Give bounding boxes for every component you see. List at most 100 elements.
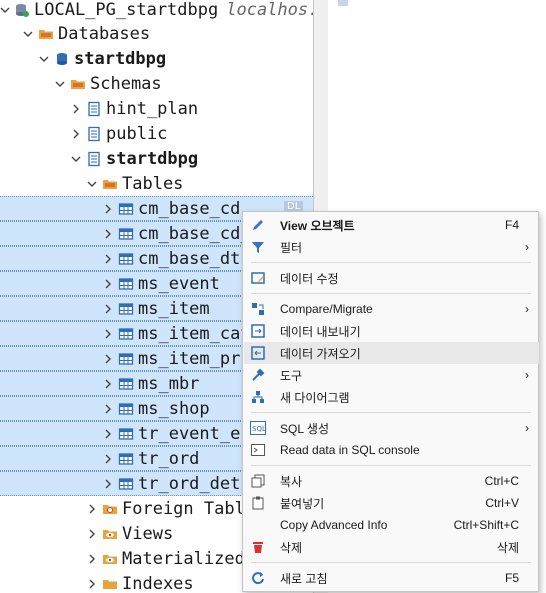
chevron-right-icon[interactable]: [102, 478, 114, 490]
tree-node-label: ms_item_cat: [138, 323, 251, 344]
connection-host: localhos...: [226, 0, 313, 20]
table-icon: [118, 426, 134, 442]
chevron-right-icon[interactable]: [102, 278, 114, 290]
menu-item-copy-advanced[interactable]: Copy Advanced Info Ctrl+Shift+C: [244, 514, 539, 536]
tree-node-label: tr_ord_det: [138, 473, 241, 494]
menu-item-delete[interactable]: 삭제 삭제: [244, 536, 539, 558]
chevron-right-icon[interactable]: [102, 378, 114, 390]
menu-separator: [251, 465, 531, 466]
import-icon: [250, 345, 266, 361]
menu-item-new-diagram[interactable]: 새 다이어그램: [244, 386, 539, 408]
tree-node-tables[interactable]: Tables: [0, 171, 313, 196]
compare-icon: [250, 301, 266, 317]
svg-text:SQL: SQL: [252, 425, 266, 433]
context-menu: View 오브젝트 F4 필터 › 데이터 수정 Compare/Migrate…: [242, 211, 539, 592]
tree-node-schema[interactable]: startdbpg: [0, 146, 313, 171]
menu-label: 새로 고침: [280, 571, 328, 586]
table-icon: [118, 276, 134, 292]
menu-item-refresh[interactable]: 새로 고침 F5: [244, 567, 539, 589]
chevron-right-icon[interactable]: [86, 553, 98, 565]
tree-node-label: Indexes: [122, 573, 194, 593]
chevron-right-icon[interactable]: [102, 353, 114, 365]
chevron-right-icon[interactable]: [70, 128, 82, 140]
menu-item-paste[interactable]: 붙여넣기 Ctrl+V: [244, 492, 539, 514]
chevron-right-icon[interactable]: [86, 578, 98, 590]
tree-node-database[interactable]: startdbpg: [0, 46, 313, 71]
chevron-down-icon[interactable]: [70, 153, 82, 165]
connection-icon: [14, 2, 30, 18]
menu-item-read-sql-console[interactable]: Read data in SQL console: [244, 439, 539, 461]
table-icon: [118, 351, 134, 367]
chevron-right-icon[interactable]: [70, 103, 82, 115]
tree-node-label: cm_base_dt: [138, 248, 241, 269]
table-icon: [118, 301, 134, 317]
chevron-right-icon[interactable]: [86, 503, 98, 515]
menu-item-edit-data[interactable]: 데이터 수정: [244, 267, 539, 289]
folder-icon: [70, 76, 86, 92]
folder-icon: [102, 176, 118, 192]
table-icon: [118, 326, 134, 342]
chevron-down-icon[interactable]: [86, 178, 98, 190]
menu-label: 도구: [280, 368, 303, 383]
tree-node-label: Views: [122, 523, 174, 544]
chevron-right-icon[interactable]: [86, 528, 98, 540]
tree-node-label: public: [106, 123, 168, 144]
tree-node-label: Foreign Table: [122, 498, 256, 519]
chevron-right-icon[interactable]: [102, 403, 114, 415]
pencil-icon: [250, 217, 266, 233]
menu-shortcut: Ctrl+C: [484, 474, 519, 488]
menu-separator: [251, 262, 531, 263]
menu-item-copy[interactable]: 복사 Ctrl+C: [244, 470, 539, 492]
chevron-right-icon[interactable]: [102, 428, 114, 440]
menu-item-export-data[interactable]: 데이터 내보내기: [244, 320, 539, 342]
tree-node-label: LOCAL_PG_startdbpg: [34, 0, 219, 20]
schema-icon: [86, 126, 102, 142]
chevron-down-icon[interactable]: [38, 53, 50, 65]
menu-item-import-data[interactable]: 데이터 가져오기: [244, 342, 539, 364]
menu-item-view-object[interactable]: View 오브젝트 F4: [244, 214, 539, 236]
chevron-right-icon: ›: [525, 368, 529, 382]
copy-icon: [250, 473, 266, 489]
chevron-down-icon[interactable]: [0, 4, 10, 16]
chevron-right-icon[interactable]: [102, 453, 114, 465]
tree-node-label: ms_mbr: [138, 373, 200, 394]
menu-label: 데이터 수정: [280, 271, 339, 286]
filter-icon: [250, 239, 266, 255]
menu-label: Read data in SQL console: [280, 443, 420, 457]
menu-item-sql-generate[interactable]: SQL SQL 생성 ›: [244, 417, 539, 439]
views-icon: [102, 526, 118, 542]
chevron-right-icon[interactable]: [102, 228, 114, 240]
menu-item-filter[interactable]: 필터 ›: [244, 236, 539, 258]
tree-node-connection[interactable]: LOCAL_PG_startdbpg localhos...: [0, 0, 313, 22]
table-icon: [118, 251, 134, 267]
tree-node-databases[interactable]: Databases: [0, 21, 313, 46]
tree-node-schema[interactable]: hint_plan: [0, 96, 313, 121]
tree-node-label: startdbpg: [106, 148, 199, 169]
menu-label: View 오브젝트: [280, 218, 355, 233]
menu-separator: [251, 562, 531, 563]
chevron-right-icon: ›: [525, 421, 529, 435]
tree-node-label: Schemas: [90, 73, 162, 94]
chevron-right-icon[interactable]: [102, 303, 114, 315]
menu-label: 새 다이어그램: [280, 390, 350, 405]
tree-node-label: tr_event_en: [138, 423, 251, 444]
chevron-right-icon[interactable]: [102, 328, 114, 340]
menu-item-compare-migrate[interactable]: Compare/Migrate ›: [244, 298, 539, 320]
chevron-right-icon[interactable]: [102, 203, 114, 215]
table-icon: [118, 451, 134, 467]
sql-icon: SQL: [250, 420, 266, 436]
tree-node-schema[interactable]: public: [0, 121, 313, 146]
menu-item-tools[interactable]: 도구 ›: [244, 364, 539, 386]
tree-node-label: startdbpg: [74, 48, 167, 69]
menu-shortcut: 삭제: [496, 540, 519, 555]
tools-icon: [250, 367, 266, 383]
paste-icon: [250, 495, 266, 511]
menu-separator: [251, 293, 531, 294]
chevron-right-icon[interactable]: [102, 253, 114, 265]
tree-node-schemas[interactable]: Schemas: [0, 71, 313, 96]
console-icon: [250, 442, 266, 458]
menu-label: 데이터 내보내기: [280, 324, 361, 339]
chevron-down-icon[interactable]: [54, 78, 66, 90]
chevron-down-icon[interactable]: [22, 28, 34, 40]
table-icon: [118, 476, 134, 492]
